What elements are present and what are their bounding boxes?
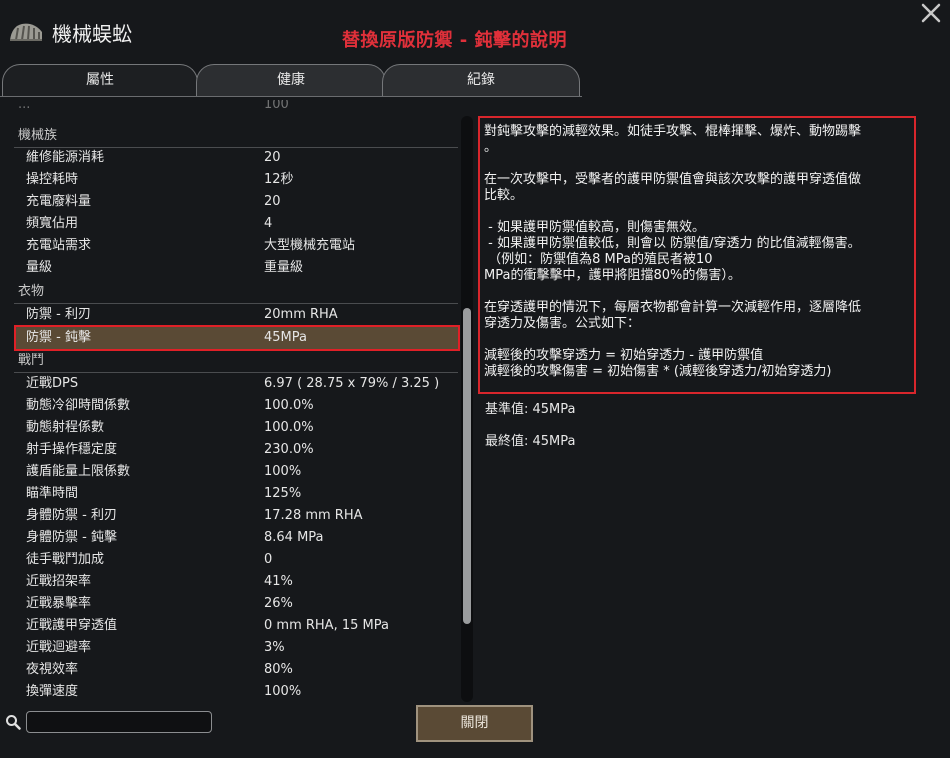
stat-label: 充電站需求 — [26, 238, 92, 253]
stat-label: 近戰招架率 — [26, 574, 92, 589]
stat-row[interactable]: 動態冷卻時間係數 100.0% — [14, 395, 458, 417]
stat-value: 20 — [264, 150, 281, 165]
stat-value: 100% — [264, 464, 302, 479]
stat-label: 動態射程係數 — [26, 420, 105, 435]
stat-value: 8.64 MPa — [264, 530, 324, 545]
stat-label: 頻寬佔用 — [26, 216, 79, 231]
stat-row[interactable]: 操控耗時 12秒 — [14, 169, 458, 191]
category-combat: 戰鬥 — [14, 350, 458, 373]
stat-row[interactable]: 動態射程係數 100.0% — [14, 417, 458, 439]
stat-row[interactable]: 充電站需求 大型機械充電站 — [14, 235, 458, 257]
stat-row[interactable]: 身體防禦 - 鈍擊 8.64 MPa — [14, 527, 458, 549]
stat-label: 維修能源消耗 — [26, 150, 105, 165]
window-header: 機械蜈蚣 替換原版防禦 - 鈍擊的說明 — [0, 0, 950, 66]
clipped-row: ... 100 — [18, 100, 289, 116]
stat-row[interactable]: 充電廢料量 20 — [14, 191, 458, 213]
close-button[interactable]: 關閉 — [416, 705, 533, 742]
stat-label: 護盾能量上限係數 — [26, 464, 131, 479]
stat-value: 3% — [264, 640, 285, 655]
stat-label: 充電廢料量 — [26, 194, 92, 209]
stat-value: 重量級 — [264, 260, 304, 275]
stat-value: 41% — [264, 574, 293, 589]
stat-value: 4 — [264, 216, 273, 231]
stat-value: 20mm RHA — [264, 307, 338, 322]
search-input[interactable] — [26, 711, 212, 733]
stat-label: 近戰護甲穿透值 — [26, 618, 118, 633]
stat-label: 操控耗時 — [26, 172, 79, 187]
stat-value: 125% — [264, 486, 302, 501]
stat-value: 17.28 mm RHA — [264, 508, 363, 523]
category-mech: 機械族 — [14, 125, 458, 148]
window-title: 機械蜈蚣 — [52, 22, 132, 46]
stat-label: 防禦 - 利刃 — [26, 307, 91, 322]
stat-row[interactable]: 量級 重量級 — [14, 257, 458, 279]
stat-label: 動態冷卻時間係數 — [26, 398, 131, 413]
stat-row[interactable]: 護盾能量上限係數 100% — [14, 461, 458, 483]
category-apparel: 衣物 — [14, 281, 458, 304]
stat-row[interactable]: 近戰迴避率 3% — [14, 637, 458, 659]
stat-label: 近戰DPS — [26, 376, 79, 391]
stat-label: 夜視效率 — [26, 662, 79, 677]
stat-row[interactable]: 射手操作穩定度 230.0% — [14, 439, 458, 461]
stat-label: 防禦 - 鈍擊 — [26, 330, 91, 345]
clipped-row-value: 100 — [264, 100, 289, 112]
final-value: 最終值: 45MPa — [485, 434, 576, 449]
stat-value: 0 mm RHA, 15 MPa — [264, 618, 389, 633]
mech-centipede-icon — [10, 23, 42, 41]
stat-row[interactable]: 徒手戰鬥加成 0 — [14, 549, 458, 571]
stat-value: 80% — [264, 662, 293, 677]
tab-divider — [0, 96, 582, 97]
stat-row[interactable]: 夜視效率 80% — [14, 659, 458, 681]
base-value: 基準值: 45MPa — [485, 402, 576, 417]
stat-label: 近戰暴擊率 — [26, 596, 92, 611]
stat-value: 6.97 ( 28.75 x 79% / 3.25 ) — [264, 376, 440, 391]
stat-row-selected[interactable]: 防禦 - 鈍擊 45MPa — [14, 325, 460, 351]
scrollbar-thumb[interactable] — [463, 308, 471, 624]
stat-label: 身體防禦 - 鈍擊 — [26, 530, 117, 545]
stat-value: 26% — [264, 596, 293, 611]
stat-label: 射手操作穩定度 — [26, 442, 118, 457]
stat-value: 0 — [264, 552, 273, 567]
stat-row[interactable]: 換彈速度 100% — [14, 681, 458, 703]
stat-row[interactable]: 近戰DPS 6.97 ( 28.75 x 79% / 3.25 ) — [14, 373, 458, 395]
annotation-caption: 替換原版防禦 - 鈍擊的說明 — [342, 30, 568, 51]
stat-label: 身體防禦 - 利刃 — [26, 508, 117, 523]
tab-health[interactable]: 健康 — [196, 64, 386, 97]
stats-window: 機械蜈蚣 替換原版防禦 - 鈍擊的說明 屬性 健康 紀錄 ... 100 機械族… — [0, 0, 950, 758]
stat-label: 瞄準時間 — [26, 486, 79, 501]
stat-description: 對鈍擊攻擊的減輕效果。如徒手攻擊、棍棒揮擊、爆炸、動物踢擊 。 在一次攻擊中，受… — [484, 124, 862, 379]
stat-value: 100% — [264, 684, 302, 699]
stat-value: 100.0% — [264, 420, 314, 435]
clipped-row-label: ... — [18, 100, 31, 112]
stat-row[interactable]: 近戰暴擊率 26% — [14, 593, 458, 615]
stat-row[interactable]: 防禦 - 利刃 20mm RHA — [14, 304, 458, 326]
stat-value: 100.0% — [264, 398, 314, 413]
close-icon[interactable] — [918, 0, 944, 26]
stat-value: 230.0% — [264, 442, 314, 457]
category-label: 衣物 — [18, 284, 45, 299]
stat-row[interactable]: 瞄準時間 125% — [14, 483, 458, 505]
category-label: 戰鬥 — [18, 353, 45, 368]
search-icon — [6, 715, 21, 730]
stat-row[interactable]: 近戰護甲穿透值 0 mm RHA, 15 MPa — [14, 615, 458, 637]
stat-value: 大型機械充電站 — [264, 238, 356, 253]
stat-row[interactable]: 身體防禦 - 利刃 17.28 mm RHA — [14, 505, 458, 527]
category-label: 機械族 — [18, 128, 58, 143]
stat-row[interactable]: 維修能源消耗 20 — [14, 147, 458, 169]
stat-value: 12秒 — [264, 172, 294, 187]
stat-value: 20 — [264, 194, 281, 209]
tab-attributes[interactable]: 屬性 — [2, 64, 198, 97]
stat-label: 徒手戰鬥加成 — [26, 552, 105, 567]
stat-row[interactable]: 頻寬佔用 4 — [14, 213, 458, 235]
stat-label: 近戰迴避率 — [26, 640, 92, 655]
tab-records[interactable]: 紀錄 — [382, 64, 580, 97]
stat-row[interactable]: 近戰招架率 41% — [14, 571, 458, 593]
stat-label: 換彈速度 — [26, 684, 79, 699]
stats-list: ... 100 機械族 維修能源消耗 20 操控耗時 12秒 充電廢料量 20 頻寬佔… — [14, 100, 460, 708]
stat-value: 45MPa — [264, 330, 307, 345]
stat-label: 量級 — [26, 260, 53, 275]
tab-bar: 屬性 健康 紀錄 — [0, 64, 600, 98]
